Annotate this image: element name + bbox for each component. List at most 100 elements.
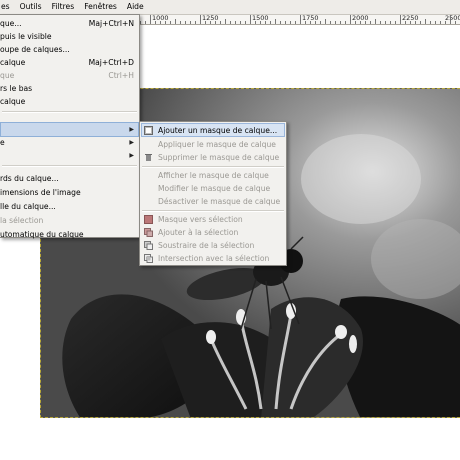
ruler-tick [450, 14, 451, 24]
menu-calque[interactable]: es [0, 0, 15, 14]
ruler-tick [395, 21, 396, 24]
ruler-tick [355, 21, 356, 24]
add-mask-icon [144, 126, 153, 135]
ruler-tick [310, 21, 311, 24]
ruler-tick [370, 21, 371, 24]
submenu-item-disable-layer-mask[interactable]: Désactiver le masque de calque [140, 195, 286, 208]
calque-menu: que... Maj+Ctrl+N puis le visible oupe d… [0, 14, 140, 241]
menu-fenetres[interactable]: Fenêtres [79, 0, 122, 14]
ruler-tick [340, 21, 341, 24]
ruler-tick [285, 21, 286, 24]
ruler-tick [330, 21, 331, 24]
menu-item-transparence[interactable]: e ▶ [0, 136, 139, 149]
ruler-tick [400, 14, 401, 24]
ruler-tick [220, 21, 221, 24]
selection-intersect-icon [144, 254, 153, 263]
ruler-tick [255, 21, 256, 24]
ruler-tick [365, 21, 366, 24]
ruler-tick [185, 21, 186, 24]
menu-item-delete-layer[interactable]: calque [0, 95, 139, 108]
menu-item-autocrop-layer[interactable]: utomatique du calque [0, 228, 139, 241]
ruler-tick [320, 21, 321, 24]
ruler-tick [360, 21, 361, 24]
ruler-label: 2500 [445, 14, 460, 22]
submenu-item-show-layer-mask[interactable]: Afficher le masque de calque [140, 169, 286, 182]
ruler-tick [315, 21, 316, 24]
submenu-item-mask-to-selection[interactable]: Masque vers sélection [140, 213, 286, 226]
ruler-tick [420, 21, 421, 24]
ruler-tick [335, 21, 336, 24]
ruler-tick [270, 21, 271, 24]
ruler-tick [150, 14, 151, 24]
ruler-tick [235, 21, 236, 24]
ruler-tick [210, 21, 211, 24]
menu-outils[interactable]: Outils [15, 0, 47, 14]
ruler-tick [375, 19, 376, 24]
menu-item-new-from-visible[interactable]: puis le visible [0, 30, 139, 43]
ruler-tick [205, 21, 206, 24]
ruler-tick [435, 21, 436, 24]
submenu-arrow-icon: ▶ [129, 126, 134, 133]
submenu-item-apply-layer-mask[interactable]: Appliquer le masque de calque [140, 138, 286, 151]
menu-item-layer-to-image-size[interactable]: imensions de l'image [0, 186, 139, 199]
ruler-tick [275, 19, 276, 24]
ruler-tick [430, 21, 431, 24]
submenu-item-subtract-from-selection[interactable]: Soustraire de la sélection [140, 239, 286, 252]
menubar: es Outils Filtres Fenêtres Aide [0, 0, 460, 15]
ruler-tick [215, 21, 216, 24]
menu-filtres[interactable]: Filtres [47, 0, 80, 14]
menu-item-layer-boundary-size[interactable]: rds du calque... [0, 172, 139, 185]
ruler-tick [200, 14, 201, 24]
submenu-item-delete-layer-mask[interactable]: Supprimer le masque de calque [140, 151, 286, 164]
menu-item-duplicate-layer[interactable]: calque Maj+Ctrl+D [0, 56, 139, 69]
ruler-tick [390, 21, 391, 24]
menu-separator [2, 111, 137, 113]
masque-submenu: Ajouter un masque de calque... Appliquer… [139, 121, 287, 266]
submenu-item-edit-layer-mask[interactable]: Modifier le masque de calque [140, 182, 286, 195]
menu-item-new-layer[interactable]: que... Maj+Ctrl+N [0, 17, 139, 30]
menu-item-anchor-layer[interactable]: que Ctrl+H [0, 69, 139, 82]
selection-subtract-icon [144, 241, 153, 250]
menu-aide[interactable]: Aide [122, 0, 149, 14]
ruler-tick [415, 21, 416, 24]
ruler-tick [145, 21, 146, 24]
ruler-tick [455, 21, 456, 24]
ruler-tick [280, 21, 281, 24]
menu-item-scale-layer[interactable]: lle du calque... [0, 200, 139, 213]
ruler-tick [425, 19, 426, 24]
submenu-item-add-to-selection[interactable]: Ajouter à la sélection [140, 226, 286, 239]
submenu-item-intersect-with-selection[interactable]: Intersection avec la sélection [140, 252, 286, 265]
submenu-item-add-layer-mask[interactable]: Ajouter un masque de calque... [140, 124, 286, 137]
ruler-tick [140, 21, 141, 24]
ruler-tick [260, 21, 261, 24]
ruler-tick [265, 21, 266, 24]
ruler-tick [325, 19, 326, 24]
ruler-tick [240, 21, 241, 24]
ruler-tick [180, 21, 181, 24]
horizontal-ruler: 1000 1250 1500 1750 2000 2250 2500 [140, 14, 460, 25]
ruler-tick [300, 14, 301, 24]
menu-item-merge-down[interactable]: rs le bas [0, 82, 139, 95]
submenu-separator [142, 166, 284, 168]
ruler-tick [245, 21, 246, 24]
ruler-tick [405, 21, 406, 24]
menu-item-new-layer-group[interactable]: oupe de calques... [0, 43, 139, 56]
menu-item-transformer[interactable]: ▶ [0, 149, 139, 162]
menu-item-masque[interactable]: ▶ [0, 123, 139, 136]
ruler-tick [195, 21, 196, 24]
ruler-tick [155, 21, 156, 24]
submenu-separator [142, 210, 284, 212]
ruler-tick [225, 19, 226, 24]
ruler-tick [170, 21, 171, 24]
menu-separator [2, 165, 137, 167]
trash-icon [144, 153, 153, 162]
mask-to-selection-icon [144, 215, 153, 224]
ruler-tick [410, 21, 411, 24]
ruler-tick [190, 21, 191, 24]
ruler-tick [250, 14, 251, 24]
submenu-arrow-icon: ▶ [129, 139, 134, 146]
ruler-tick [230, 21, 231, 24]
ruler-tick [290, 21, 291, 24]
menu-item-crop-to-selection[interactable]: la sélection [0, 214, 139, 227]
ruler-tick [295, 21, 296, 24]
